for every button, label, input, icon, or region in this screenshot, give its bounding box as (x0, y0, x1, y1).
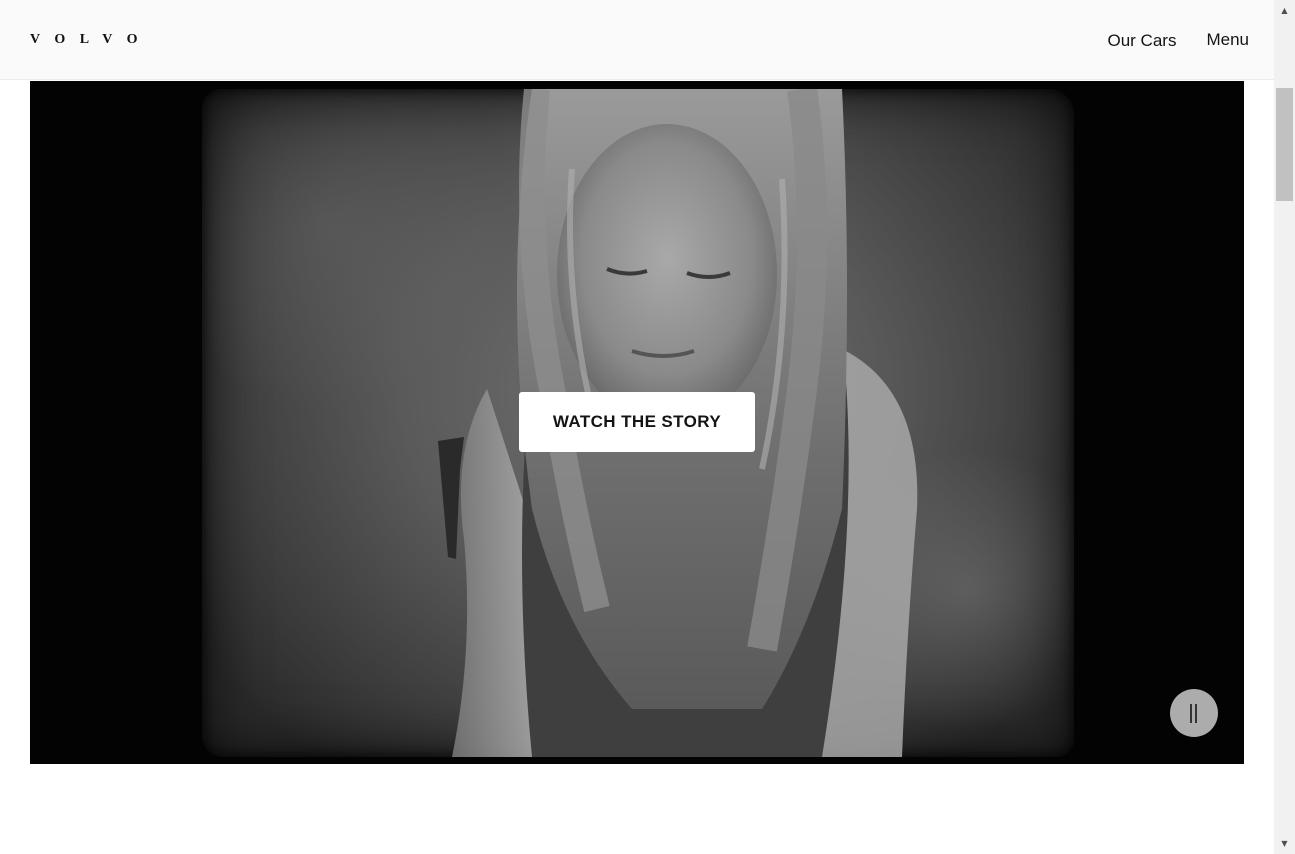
page-scrollbar[interactable]: ▲ ▼ (1274, 0, 1295, 854)
our-cars-link[interactable]: Our Cars (1108, 30, 1177, 52)
page: VOLVO Our Cars Menu WATCH THE STORY ▲ ▼ (0, 0, 1295, 854)
scroll-up-icon[interactable]: ▲ (1274, 2, 1295, 19)
pause-button[interactable] (1170, 689, 1218, 737)
volvo-logo[interactable]: VOLVO (30, 31, 152, 49)
menu-button[interactable]: Menu (1206, 29, 1249, 51)
scroll-thumb[interactable] (1276, 88, 1293, 201)
site-header: VOLVO Our Cars Menu (0, 0, 1274, 80)
pause-icon (1190, 704, 1192, 723)
scroll-down-icon[interactable]: ▼ (1274, 835, 1295, 852)
hero-video[interactable]: WATCH THE STORY (30, 81, 1244, 764)
header-nav: Our Cars Menu (1108, 28, 1250, 52)
watch-the-story-button[interactable]: WATCH THE STORY (519, 392, 755, 452)
